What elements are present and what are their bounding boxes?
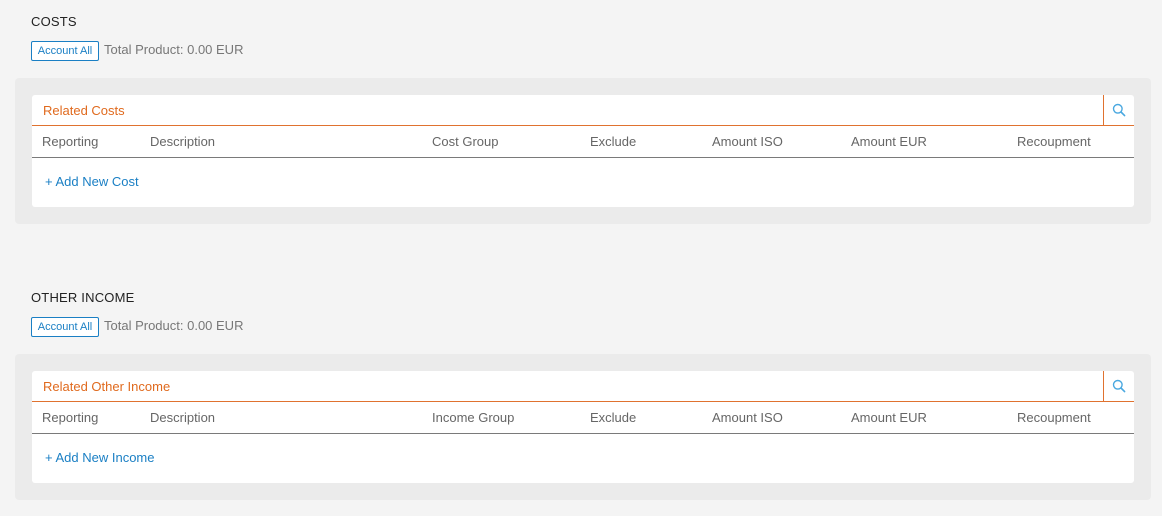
total-product-income: Total Product: 0.00 EUR xyxy=(104,318,244,333)
total-product-costs: Total Product: 0.00 EUR xyxy=(104,42,244,57)
column-header-amount-eur[interactable]: Amount EUR xyxy=(851,126,927,157)
column-header-reporting[interactable]: Reporting xyxy=(42,402,98,433)
search-button-costs[interactable] xyxy=(1103,95,1134,126)
column-header-recoupment[interactable]: Recoupment xyxy=(1017,126,1091,157)
column-header-recoupment[interactable]: Recoupment xyxy=(1017,402,1091,433)
column-header-reporting[interactable]: Reporting xyxy=(42,126,98,157)
column-header-amount-iso[interactable]: Amount ISO xyxy=(712,402,783,433)
section-title-other-income: OTHER INCOME xyxy=(31,290,135,305)
related-other-income-title: Related Other Income xyxy=(43,379,171,394)
costs-column-headers: Reporting Description Cost Group Exclude… xyxy=(32,126,1134,158)
account-all-button-income[interactable]: Account All xyxy=(31,317,99,337)
related-costs-header: Related Costs xyxy=(32,95,1134,126)
income-column-headers: Reporting Description Income Group Exclu… xyxy=(32,402,1134,434)
other-income-panel: Related Other Income Reporting Descripti… xyxy=(15,354,1151,500)
related-other-income-card: Related Other Income Reporting Descripti… xyxy=(32,371,1134,483)
column-header-amount-eur[interactable]: Amount EUR xyxy=(851,402,927,433)
add-new-cost-link[interactable]: + Add New Cost xyxy=(45,173,139,191)
related-other-income-header: Related Other Income xyxy=(32,371,1134,402)
section-title-costs: COSTS xyxy=(31,14,77,29)
column-header-exclude[interactable]: Exclude xyxy=(590,126,636,157)
column-header-description[interactable]: Description xyxy=(150,126,215,157)
column-header-cost-group[interactable]: Cost Group xyxy=(432,126,498,157)
costs-panel: Related Costs Reporting Description Cost… xyxy=(15,78,1151,224)
column-header-description[interactable]: Description xyxy=(150,402,215,433)
column-header-income-group[interactable]: Income Group xyxy=(432,402,514,433)
related-costs-title: Related Costs xyxy=(43,103,125,118)
add-new-income-link[interactable]: + Add New Income xyxy=(45,449,154,467)
search-icon xyxy=(1112,379,1126,393)
column-header-exclude[interactable]: Exclude xyxy=(590,402,636,433)
column-header-amount-iso[interactable]: Amount ISO xyxy=(712,126,783,157)
account-all-button-costs[interactable]: Account All xyxy=(31,41,99,61)
related-costs-card: Related Costs Reporting Description Cost… xyxy=(32,95,1134,207)
search-icon xyxy=(1112,103,1126,117)
search-button-income[interactable] xyxy=(1103,371,1134,402)
